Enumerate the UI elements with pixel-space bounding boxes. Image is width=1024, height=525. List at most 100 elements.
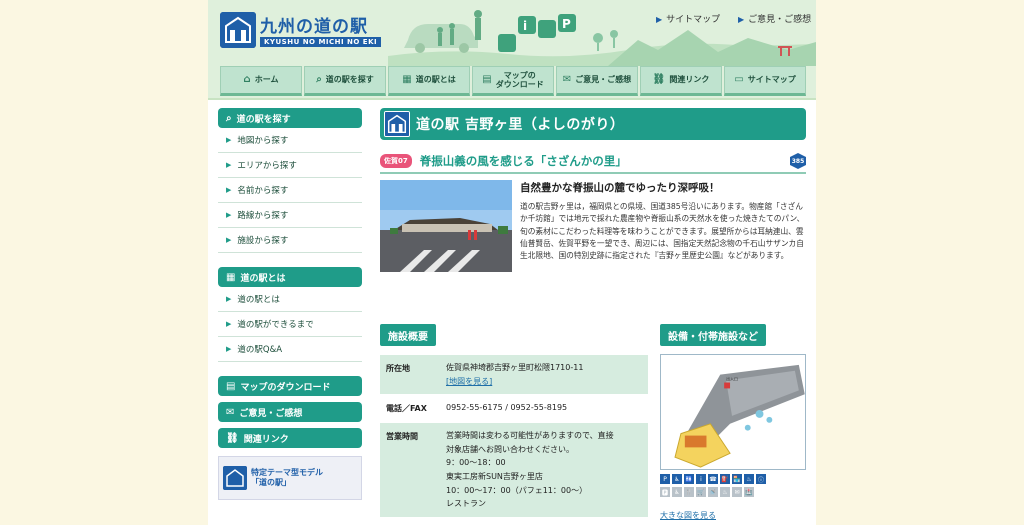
phone-icon: ☎ <box>708 474 718 484</box>
link-icon: ⛓ <box>652 74 666 86</box>
triangle-right-icon: ▶ <box>226 345 232 353</box>
map-entrance-label: 出入口 <box>726 377 738 382</box>
table-row: 営業時間 営業時間は変わる可能性がありますので、直接 対象店舗へお問い合わせくだ… <box>380 423 648 518</box>
link-icon: ⛓ <box>226 432 239 444</box>
sidebar-item-map[interactable]: ▶ 地図から探す <box>218 128 362 153</box>
sidebar-item-history[interactable]: ▶ 道の駅ができるまで <box>218 312 362 337</box>
nav-feedback[interactable]: ✉ ご意見・ご感想 <box>556 66 638 96</box>
fuel-icon: ⛽ <box>720 474 730 484</box>
nav-links[interactable]: ⛓ 関連リンク <box>640 66 722 96</box>
nav-map-download[interactable]: ▤ マップの ダウンロード <box>472 66 554 96</box>
information-icon: ⓘ <box>756 474 766 484</box>
top-link-feedback[interactable]: ▶ ご意見・ご感想 <box>738 12 811 25</box>
parking-icon: P <box>660 474 670 484</box>
sidebar-item-route[interactable]: ▶ 路線から探す <box>218 203 362 228</box>
wheelchair-icon: ♿ <box>672 487 682 497</box>
facility-table: 所在地 佐賀県神埼郡吉野ヶ里町松隈1710-11 [地図を見る] 電話／FAX … <box>380 355 648 518</box>
logo-mark-icon <box>223 466 247 490</box>
logo-mark-icon <box>220 12 256 48</box>
triangle-right-icon: ▶ <box>226 186 232 194</box>
amenity-icons: P ♿ 🚻 i ☎ ⛽ 🏪 ♨ ⓘ 🅿 ♿ 🍴 🛒 🚿 ♨ ✉ 🏥 <box>660 474 806 500</box>
nav-sitemap[interactable]: ▭ サイトマップ <box>724 66 806 96</box>
fact-value: 9：00～18：00 <box>446 458 506 468</box>
sidebar-item-qa[interactable]: ▶ 道の駅Q&A <box>218 337 362 362</box>
sidebar-search-header: ⌕ 道の駅を探す <box>218 108 362 128</box>
parking-icon: 🅿 <box>660 487 670 497</box>
onsen-icon: ♨ <box>744 474 754 484</box>
main-content: 道の駅 吉野ヶ里（よしのがり） 佐賀07 脊振山義の風を感じる「さざんかの里」 … <box>380 108 806 300</box>
document-icon: ▤ <box>226 380 236 392</box>
nav-about[interactable]: ▦ 道の駅とは <box>388 66 470 96</box>
sidebar-links-button[interactable]: ⛓ 関連リンク <box>218 428 362 448</box>
view-map-link[interactable]: [地図を見る] <box>446 377 492 386</box>
fact-value: 0952-55-6175 / 0952-55-8195 <box>446 403 568 413</box>
page-title-bar: 道の駅 吉野ヶ里（よしのがり） <box>380 108 806 140</box>
sidebar-item-name[interactable]: ▶ 名前から探す <box>218 178 362 203</box>
wheelchair-icon: ♿ <box>672 474 682 484</box>
intro-body: 道の駅吉野ヶ里は，福岡県との県境、国道385号沿いにあります。物産館「さざんか千… <box>520 202 805 261</box>
mail-icon: ✉ <box>562 74 572 86</box>
page: i P 九州の道の駅 KYUSHU NO MICHI NO EKI ▶ サイトマッ… <box>208 0 816 525</box>
nav-search[interactable]: ⌕ 道の駅を探す <box>304 66 386 96</box>
svg-text:P: P <box>562 17 571 31</box>
site-title: 九州の道の駅 <box>260 17 368 37</box>
global-nav: ⌂ ホーム ⌕ 道の駅を探す ▦ 道の駅とは ▤ マップの ダウンロード ✉ ご意見・ご感… <box>220 66 806 96</box>
station-catch-row: 佐賀07 脊振山義の風を感じる「さざんかの里」 385 <box>380 150 806 174</box>
search-icon: ⌕ <box>316 74 322 86</box>
post-icon: ✉ <box>732 487 742 497</box>
facility-map[interactable]: 出入口 <box>660 354 806 470</box>
shower-icon: 🚿 <box>708 487 718 497</box>
arrow-right-icon: ▶ <box>738 15 745 24</box>
triangle-right-icon: ▶ <box>226 320 232 328</box>
table-row: 電話／FAX 0952-55-6175 / 0952-55-8195 <box>380 395 648 424</box>
route-shield-icon: 385 <box>790 153 806 169</box>
amenity-row-secondary: 🅿 ♿ 🍴 🛒 🚿 ♨ ✉ 🏥 <box>660 487 806 497</box>
station-catchphrase: 脊振山義の風を感じる「さざんかの里」 <box>419 154 627 168</box>
facility-overview-heading: 施設概要 <box>380 324 436 346</box>
search-icon: ⌕ <box>226 112 232 124</box>
sidebar-about-list: ▶ 道の駅とは ▶ 道の駅ができるまで ▶ 道の駅Q&A <box>218 287 362 362</box>
clinic-icon: 🏥 <box>744 487 754 497</box>
mail-icon: ✉ <box>226 406 235 418</box>
top-link-sitemap[interactable]: ▶ サイトマップ <box>656 12 720 25</box>
shopping-icon: 🛒 <box>696 487 706 497</box>
station-code-badge: 佐賀07 <box>380 154 412 168</box>
page-title: 道の駅 吉野ヶ里（よしのがり） <box>416 117 625 133</box>
sidebar-item-facility[interactable]: ▶ 施設から探す <box>218 228 362 253</box>
station-mark-icon <box>384 111 410 137</box>
sidebar-download-button[interactable]: ▤ マップのダウンロード <box>218 376 362 396</box>
fact-value: 対象店舗へお問い合わせください。 <box>446 444 574 454</box>
station-photo <box>380 180 512 272</box>
site-header: i P 九州の道の駅 KYUSHU NO MICHI NO EKI ▶ サイトマッ… <box>208 0 816 100</box>
sidebar-feedback-button[interactable]: ✉ ご意見・ご感想 <box>218 402 362 422</box>
triangle-right-icon: ▶ <box>226 295 232 303</box>
table-row: 所在地 佐賀県神埼郡吉野ヶ里町松隈1710-11 [地図を見る] <box>380 355 648 396</box>
sitemap-icon: ▭ <box>734 74 744 86</box>
site-subtitle: KYUSHU NO MICHI NO EKI <box>260 37 382 47</box>
sidebar-item-about[interactable]: ▶ 道の駅とは <box>218 287 362 312</box>
fact-key: 営業時間 <box>380 423 438 517</box>
sidebar: ⌕ 道の駅を探す ▶ 地図から探す ▶ エリアから探す ▶ 名前から探す ▶ 路線から探す… <box>218 108 362 500</box>
fact-value: 営業時間は変わる可能性がありますので、直接 <box>446 431 614 441</box>
header-illustration: i P <box>388 0 816 66</box>
document-icon: ▤ <box>482 74 492 86</box>
triangle-right-icon: ▶ <box>226 211 232 219</box>
nav-home[interactable]: ⌂ ホーム <box>220 66 302 96</box>
theme-model-banner[interactable]: 特定テーマ型モデル 「道の駅」 <box>218 456 362 500</box>
shop-icon: 🏪 <box>732 474 742 484</box>
sidebar-about-header: ▦ 道の駅とは <box>218 267 362 287</box>
sidebar-item-area[interactable]: ▶ エリアから探す <box>218 153 362 178</box>
intro-heading: 自然豊かな脊振山の麓でゆったり深呼吸！ <box>520 182 720 194</box>
amenities-heading: 設備・付帯施設など <box>660 324 766 346</box>
svg-text:i: i <box>523 19 527 33</box>
triangle-right-icon: ▶ <box>226 236 232 244</box>
fact-key: 所在地 <box>380 355 438 395</box>
station-intro: 自然豊かな脊振山の麓でゆったり深呼吸！ 道の駅吉野ヶ里は，福岡県との県境、国道3… <box>380 180 806 300</box>
triangle-right-icon: ▶ <box>226 136 232 144</box>
fact-key: 電話／FAX <box>380 395 438 423</box>
site-logo[interactable]: 九州の道の駅 KYUSHU NO MICHI NO EKI <box>220 12 388 52</box>
station-icon: ▦ <box>402 74 412 86</box>
view-large-map-link[interactable]: 大きな図を見る <box>660 510 716 521</box>
home-icon: ⌂ <box>243 74 251 86</box>
info-icon: i <box>696 474 706 484</box>
